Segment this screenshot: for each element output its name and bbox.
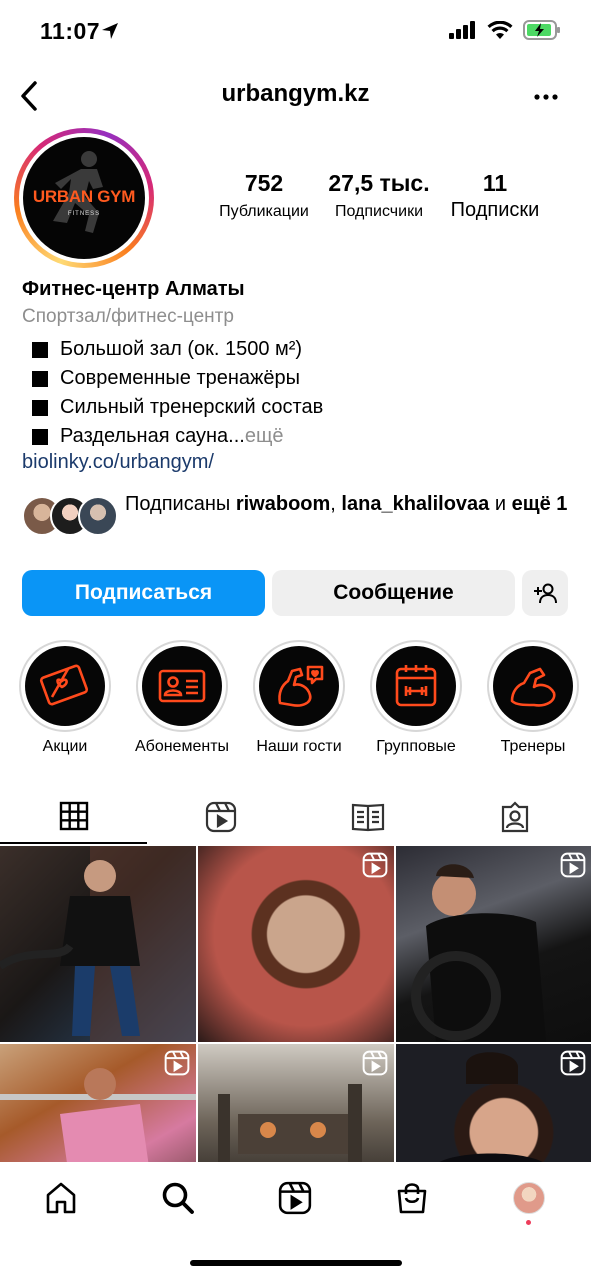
highlight-nashi-gosti[interactable]: Наши гости (240, 640, 358, 756)
profile-tabs (0, 790, 591, 844)
reel-icon (362, 852, 388, 883)
home-icon (46, 1182, 76, 1214)
reel-icon (560, 852, 586, 883)
post-image (0, 846, 196, 1042)
post-thumbnail[interactable] (198, 846, 394, 1042)
profile-actions: Подписаться Сообщение (22, 570, 570, 616)
posts-count-label: Публикации (219, 203, 309, 220)
status-bar: 11:07 (0, 0, 591, 64)
calendar-dumbbell-icon (395, 665, 437, 707)
tab-reels[interactable] (147, 790, 294, 844)
reels-icon (278, 1181, 312, 1215)
id-card-icon (158, 669, 206, 703)
following-count-value: 11 (482, 170, 508, 196)
reels-icon (205, 801, 236, 833)
profile-display-name: Фитнес-центр Алматы (22, 278, 245, 300)
gift-card-icon (39, 664, 89, 706)
profile-username: urbangym.kz (221, 80, 370, 107)
status-time: 11:07 (40, 18, 101, 44)
shopping-bag-icon (397, 1183, 427, 1214)
nav-shop[interactable] (382, 1176, 442, 1220)
nav-search[interactable] (148, 1176, 208, 1220)
highlight-label: Акции (42, 738, 88, 755)
follower-avatar (78, 496, 118, 536)
bio-more-link[interactable]: ещё (245, 425, 284, 448)
flex-arm-heart-icon (278, 665, 324, 707)
profile-avatar-icon (513, 1182, 545, 1214)
open-book-icon (351, 803, 384, 832)
notification-dot (526, 1220, 531, 1225)
black-square-icon (32, 370, 48, 387)
followers-count-value: 27,5 тыс. (328, 170, 430, 196)
message-button[interactable]: Сообщение (272, 570, 515, 616)
post-thumbnail[interactable] (396, 1044, 591, 1162)
reel-icon (164, 1050, 190, 1081)
bio-line: Большой зал (ок. 1500 м²) (22, 335, 572, 364)
urban-gym-logo: URBAN GYM FITNESS (23, 137, 145, 259)
profile-stats: 752 Публикации 27,5 тыс. Подписчики 11 П… (205, 170, 565, 230)
ellipsis-icon (534, 94, 558, 100)
following-count-label: Подписки (450, 199, 540, 221)
bio-line: Современные тренажёры (22, 364, 572, 393)
post-thumbnail[interactable] (0, 846, 196, 1042)
followers-count[interactable]: 27,5 тыс. Подписчики (323, 170, 435, 221)
bio-line: Сильный тренерский состав (22, 393, 572, 422)
followed-by-text: Подписаны riwaboom, lana_khalilovaa и ещ… (125, 493, 568, 515)
highlight-abonementy[interactable]: Абонементы (123, 640, 241, 756)
post-thumbnail[interactable] (198, 1044, 394, 1162)
profile-category: Спортзал/фитнес-центр (22, 306, 234, 327)
battery-charging-icon (523, 20, 561, 45)
highlight-label: Абонементы (134, 738, 230, 755)
tab-tagged[interactable] (441, 790, 588, 844)
nav-home[interactable] (31, 1176, 91, 1220)
black-square-icon (32, 341, 48, 358)
posts-count-value: 752 (244, 170, 284, 196)
bio-line: Раздельная сауна... ещё (22, 422, 572, 451)
more-options-button[interactable] (531, 82, 561, 112)
black-square-icon (32, 399, 48, 416)
reel-icon (362, 1050, 388, 1081)
search-icon (162, 1182, 194, 1214)
profile-bio: Фитнес-центр Алматы Спортзал/фитнес-цент… (22, 278, 572, 480)
highlight-label: Групповые (376, 738, 456, 755)
following-count[interactable]: 11 Подписки (440, 170, 550, 222)
story-highlights: Акции Абонементы Наши гости Групповые Тр… (0, 640, 591, 765)
followers-count-label: Подписчики (334, 203, 423, 220)
profile-header: urbangym.kz (0, 70, 591, 122)
wifi-icon (487, 20, 513, 45)
tagged-person-icon (501, 801, 528, 833)
home-indicator (190, 1260, 402, 1266)
highlight-akcii[interactable]: Акции (6, 640, 124, 756)
bio-website-link[interactable]: biolinky.co/urbangym/ (22, 451, 572, 480)
highlight-gruppovye[interactable]: Групповые (357, 640, 475, 756)
highlight-trenery[interactable]: Тренеры (474, 640, 591, 756)
post-thumbnail[interactable] (396, 846, 591, 1042)
followed-by[interactable]: Подписаны riwaboom, lana_khalilovaa и ещ… (22, 490, 572, 550)
nav-reels[interactable] (265, 1176, 325, 1220)
reel-icon (560, 1050, 586, 1081)
tab-guides[interactable] (294, 790, 441, 844)
grid-icon (59, 801, 88, 831)
suggested-users-button[interactable] (522, 570, 568, 616)
logo-text: URBAN GYM (32, 187, 136, 206)
follow-button[interactable]: Подписаться (22, 570, 265, 616)
profile-avatar[interactable]: URBAN GYM FITNESS (14, 128, 154, 268)
post-thumbnail[interactable] (0, 1044, 196, 1162)
logo-subtext: FITNESS (67, 211, 101, 217)
tab-posts-grid[interactable] (0, 790, 147, 844)
black-square-icon (32, 428, 48, 445)
location-arrow-icon (100, 21, 120, 46)
posts-count[interactable]: 752 Публикации (211, 170, 317, 221)
highlight-label: Тренеры (500, 738, 566, 755)
flex-arm-icon (510, 667, 556, 707)
highlight-label: Наши гости (256, 738, 342, 755)
add-person-icon (534, 583, 557, 604)
nav-profile[interactable] (499, 1176, 559, 1225)
cellular-signal-icon (449, 21, 477, 44)
posts-grid (0, 846, 591, 1162)
